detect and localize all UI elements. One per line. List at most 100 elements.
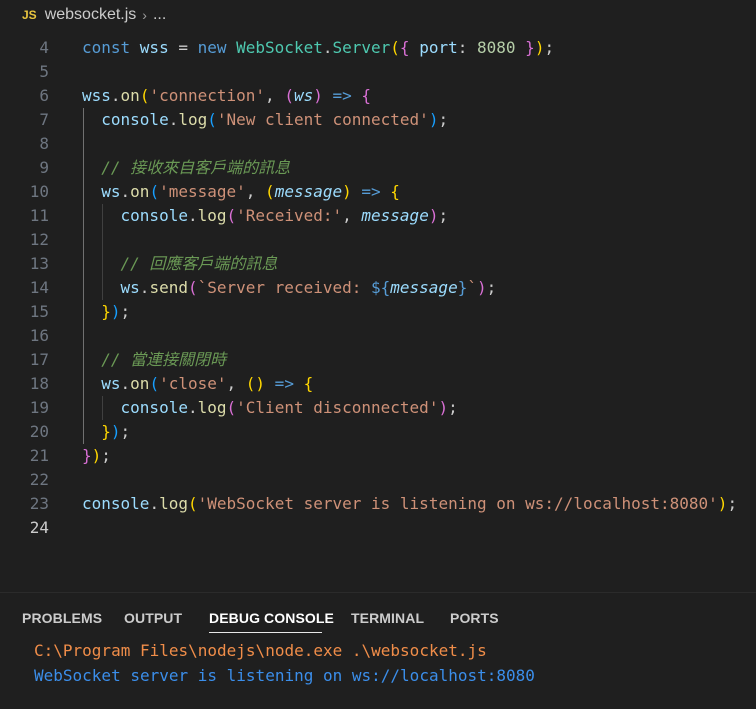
code-line[interactable]: 6 wss.on('connection', (ws) => { (0, 84, 756, 108)
code-text: console.log('New client connected'); (82, 108, 448, 132)
code-token: . (149, 494, 160, 513)
code-text: }); (82, 420, 130, 444)
code-line[interactable]: 24 (0, 516, 756, 540)
code-token: } (525, 38, 535, 57)
line-number: 21 (29, 446, 49, 465)
line-number: 7 (39, 110, 49, 129)
code-text: }); (82, 300, 130, 324)
code-line[interactable]: 19 console.log('Client disconnected'); (0, 396, 756, 420)
line-number: 8 (39, 134, 49, 153)
javascript-file-icon: JS (22, 8, 37, 22)
code-text: }); (82, 444, 111, 468)
code-token: ${ (371, 278, 391, 297)
code-token: console (82, 206, 188, 225)
code-token: { (399, 38, 410, 57)
line-number: 9 (39, 158, 49, 177)
code-token: ws (82, 374, 121, 393)
code-token: . (187, 398, 198, 417)
code-token: on (130, 182, 150, 201)
code-line[interactable]: 9 // 接收來自客戶端的訊息 (0, 156, 756, 180)
breadcrumb-symbols[interactable]: ... (153, 6, 166, 24)
code-token: console (82, 110, 169, 129)
code-token: 'Received:' (236, 206, 343, 225)
code-token: () (245, 374, 266, 393)
tab-problems[interactable]: PROBLEMS (22, 610, 102, 626)
code-token: ) (313, 86, 323, 105)
code-line[interactable]: 16 (0, 324, 756, 348)
code-token: ( (187, 494, 198, 513)
code-line[interactable]: 22 (0, 468, 756, 492)
code-text: ws.send(`Server received: ${message}`); (82, 276, 497, 300)
code-line[interactable]: 8 (0, 132, 756, 156)
code-token: console (82, 494, 150, 513)
code-text: // 接收來自客戶端的訊息 (82, 156, 290, 180)
code-token: . (187, 206, 198, 225)
code-token: ( (390, 38, 400, 57)
chevron-right-icon: › (142, 7, 147, 23)
code-text: console.log('Received:', message); (82, 204, 449, 228)
line-number: 4 (39, 38, 49, 57)
code-token: : (457, 38, 477, 57)
code-line[interactable]: 13 // 回應客戶端的訊息 (0, 252, 756, 276)
code-editor[interactable]: 4 const wss = new WebSocket.Server({ port… (0, 30, 756, 590)
code-token: ; (544, 38, 555, 57)
line-number: 6 (39, 86, 49, 105)
code-token: on (120, 86, 140, 105)
code-line[interactable]: 20 }); (0, 420, 756, 444)
line-number: 14 (29, 278, 49, 297)
code-token: ( (284, 86, 294, 105)
code-token: log (178, 110, 208, 129)
code-line[interactable]: 12 (0, 228, 756, 252)
code-token: message (390, 278, 458, 297)
code-text: wss.on('connection', (ws) => { (82, 84, 371, 108)
indent-guide (102, 396, 103, 420)
code-token: . (168, 110, 179, 129)
code-token: ( (207, 110, 217, 129)
code-line[interactable]: 10 ws.on('message', (message) => { (0, 180, 756, 204)
tab-ports[interactable]: PORTS (450, 610, 499, 626)
code-token: = (168, 38, 198, 57)
code-line[interactable]: 5 (0, 60, 756, 84)
code-token: ` (467, 278, 477, 297)
code-line[interactable]: 21}); (0, 444, 756, 468)
code-token: . (120, 374, 131, 393)
code-token: // 接收來自客戶端的訊息 (82, 158, 291, 177)
code-token: 'Client disconnected' (236, 398, 439, 417)
line-number: 17 (29, 350, 49, 369)
tab-debug-console[interactable]: DEBUG CONSOLE (209, 610, 334, 626)
line-number: 16 (29, 326, 49, 345)
code-line[interactable]: 17 // 當連接關閉時 (0, 348, 756, 372)
code-text: const wss = new WebSocket.Server({ port:… (82, 36, 554, 60)
code-text: ws.on('message', (message) => { (82, 180, 400, 204)
code-token: ) (110, 422, 121, 441)
line-number: 24 (29, 518, 49, 537)
code-token: WebSocket (236, 38, 323, 57)
code-line[interactable]: 23 console.log('WebSocket server is liste… (0, 492, 756, 516)
code-line[interactable]: 15 }); (0, 300, 756, 324)
code-token: ws (293, 86, 314, 105)
tab-output[interactable]: OUTPUT (124, 610, 182, 626)
code-token: ws (82, 278, 140, 297)
code-token: => (265, 374, 304, 393)
code-line[interactable]: 7 console.log('New client connected'); (0, 108, 756, 132)
code-token: => (322, 86, 362, 105)
code-token: ( (226, 398, 237, 417)
code-token: ; (727, 494, 738, 513)
code-token: ; (438, 110, 449, 129)
code-line[interactable]: 4 const wss = new WebSocket.Server({ port… (0, 36, 756, 60)
line-number: 22 (29, 470, 49, 489)
code-line[interactable]: 11 console.log('Received:', message); (0, 204, 756, 228)
code-text: // 回應客戶端的訊息 (82, 252, 278, 276)
code-token: on (130, 374, 150, 393)
active-tab-indicator (209, 632, 322, 633)
code-token: ) (91, 446, 102, 465)
code-token: port (409, 38, 458, 57)
code-line[interactable]: 18 ws.on('close', () => { (0, 372, 756, 396)
tab-terminal[interactable]: TERMINAL (351, 610, 424, 626)
breadcrumb-file[interactable]: websocket.js (45, 6, 137, 24)
code-line[interactable]: 14 ws.send(`Server received: ${message}`… (0, 276, 756, 300)
code-token: ( (149, 182, 160, 201)
code-token: console (82, 398, 188, 417)
code-token: send (149, 278, 188, 297)
